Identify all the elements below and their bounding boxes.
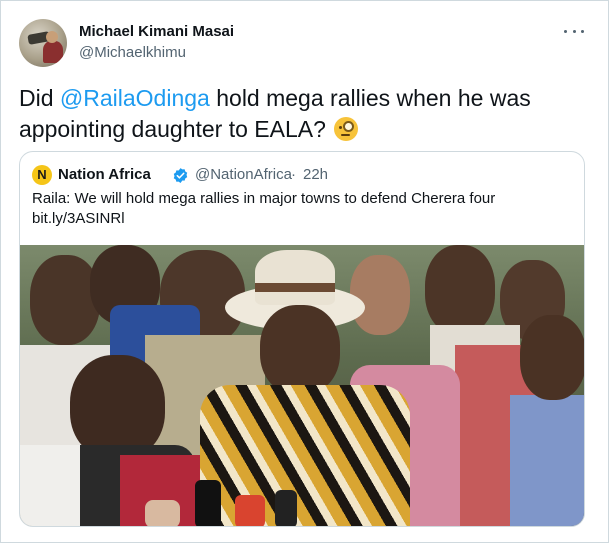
monocle-emoji-icon <box>334 117 359 141</box>
verified-badge-icon <box>173 168 188 183</box>
quoted-link[interactable]: bit.ly/3ASINRl <box>32 209 572 229</box>
news-photo[interactable] <box>20 245 584 526</box>
quoted-author-name[interactable]: Nation Africa <box>58 166 151 183</box>
author-handle[interactable]: @Michaelkhimu <box>79 44 186 61</box>
tweet-text-lead: Did <box>19 85 60 111</box>
mention-link[interactable]: @RailaOdinga <box>60 85 210 111</box>
quoted-text-body: Raila: We will hold mega rallies in majo… <box>32 190 496 207</box>
tweet-card[interactable]: Michael Kimani Masai @Michaelkhimu Did @… <box>0 0 609 543</box>
tweet-text: Did @RailaOdinga hold mega rallies when … <box>19 83 594 145</box>
separator-dot: · <box>291 166 296 183</box>
quoted-author-handle[interactable]: @NationAfrica <box>195 166 292 183</box>
quoted-text: Raila: We will hold mega rallies in majo… <box>32 189 572 229</box>
more-options-icon[interactable] <box>564 21 584 41</box>
quoted-tweet[interactable]: N Nation Africa @NationAfrica · 22h Rail… <box>19 151 585 527</box>
quoted-author-avatar[interactable]: N <box>32 165 52 185</box>
author-name[interactable]: Michael Kimani Masai <box>79 23 234 40</box>
quoted-timestamp[interactable]: 22h <box>303 166 328 183</box>
author-avatar[interactable] <box>19 19 67 67</box>
